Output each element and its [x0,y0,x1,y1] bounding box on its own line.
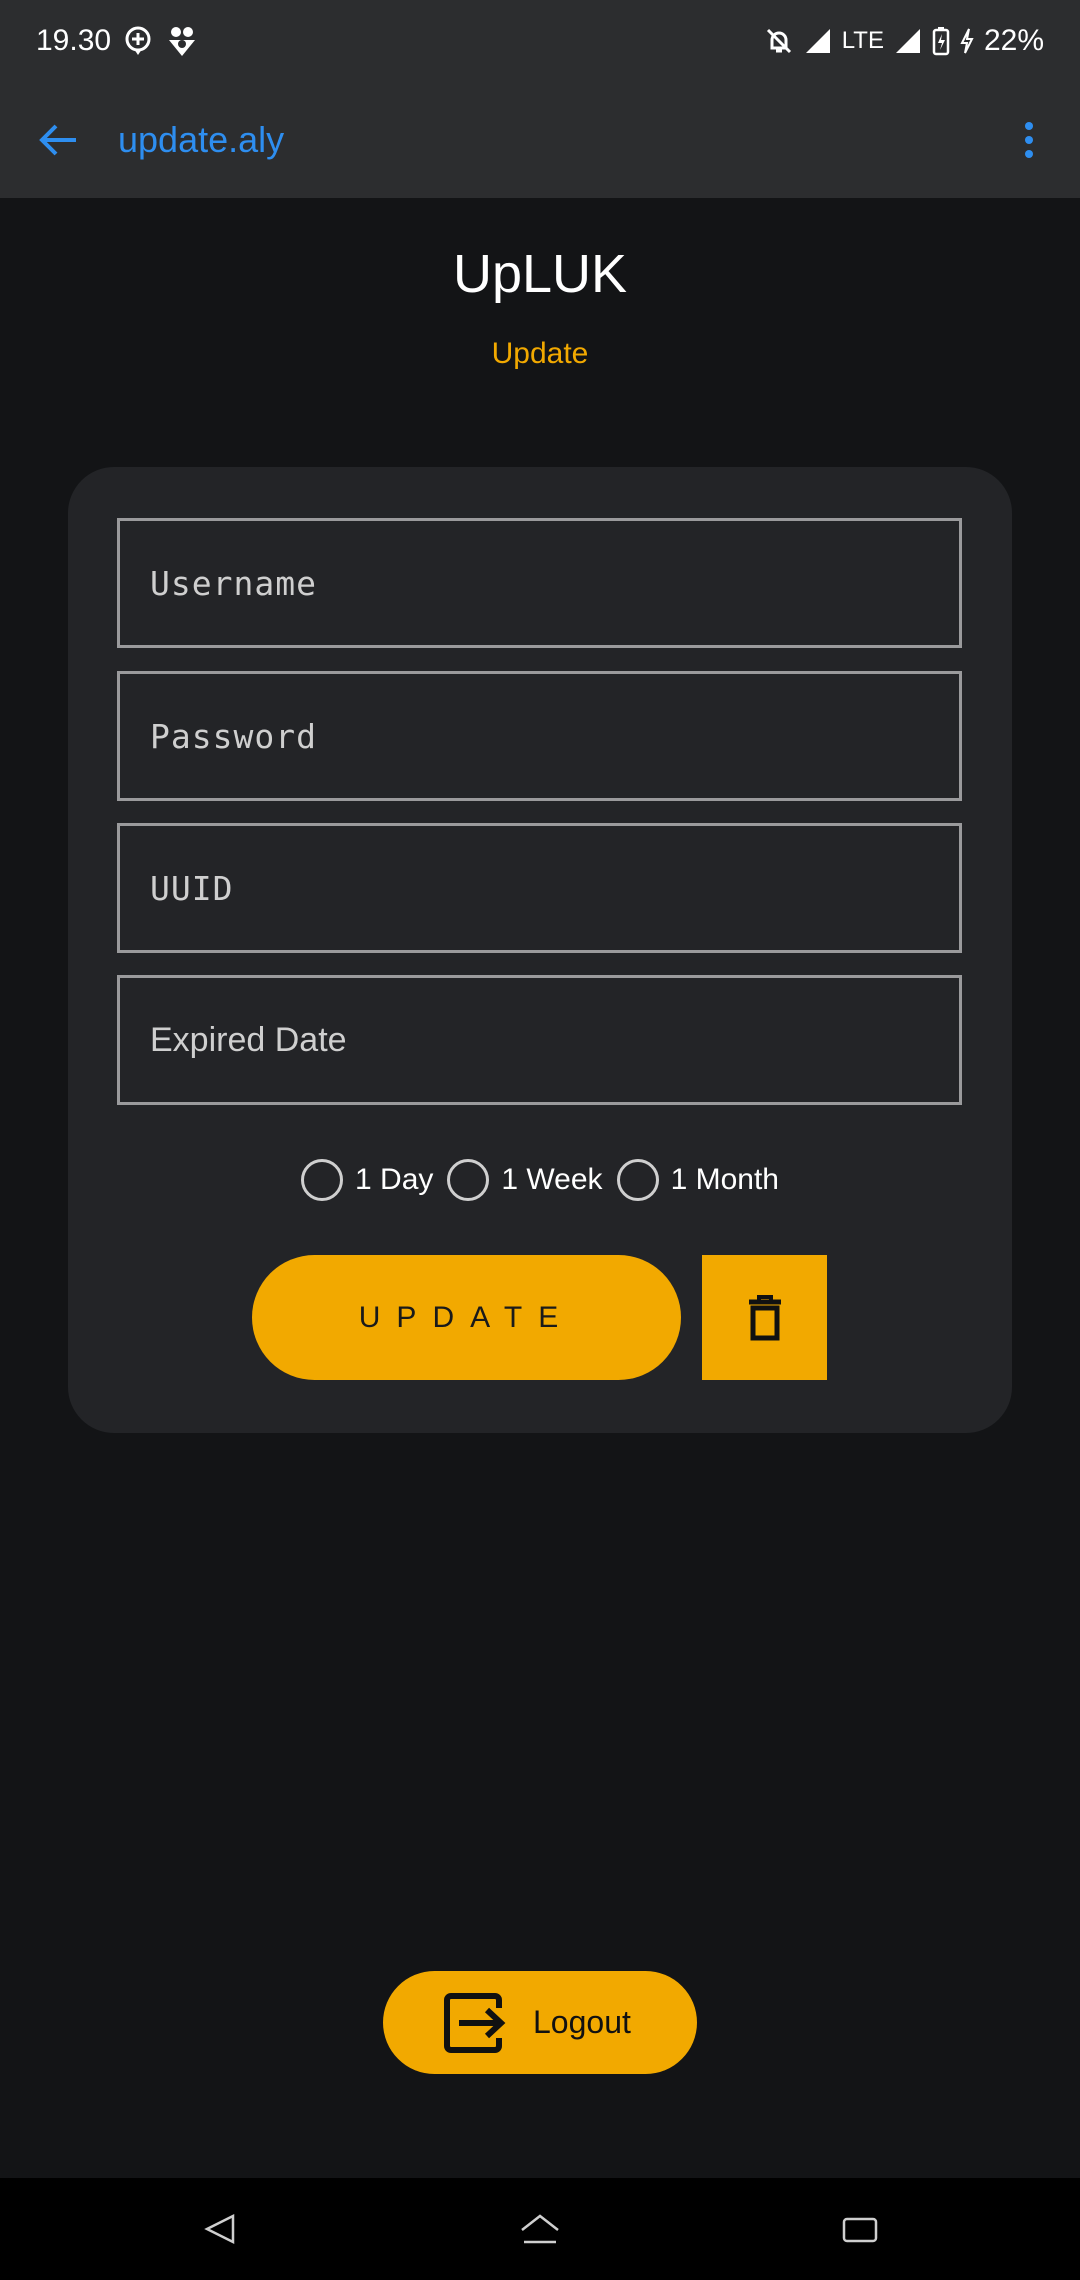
username-input[interactable] [150,563,929,603]
system-nav-bar [0,2178,1080,2280]
radio-circle-icon[interactable] [301,1159,344,1201]
network-type: LTE [841,27,884,54]
nav-back-icon[interactable] [190,2199,250,2259]
battery-percent: 22% [983,24,1044,57]
delete-button[interactable] [702,1255,827,1380]
username-field[interactable] [117,518,962,648]
update-form-card: 1 Day 1 Week 1 Month UPDATE [68,467,1012,1433]
radio-label: 1 Week [501,1163,603,1196]
status-left: 19.30 [36,24,199,58]
expired-date-input[interactable] [150,1020,929,1060]
status-time: 19.30 [36,24,112,57]
status-bar: 19.30 LTE 22% [0,0,1080,82]
page-title: UpLUK [452,244,628,304]
hearts-app-icon [165,24,199,58]
password-input[interactable] [150,716,929,756]
app-bar: update.aly [0,82,1080,198]
more-vert-icon[interactable] [1014,118,1044,162]
battery-charging-icon [932,26,950,56]
nav-recents-icon[interactable] [830,2199,890,2259]
logout-label: Logout [533,2004,631,2040]
radio-1-week[interactable]: 1 Week [447,1159,603,1201]
charging-bolt-icon [960,27,974,55]
nav-home-icon[interactable] [510,2199,570,2259]
app-bar-title: update.aly [118,119,285,160]
signal-icon-2 [894,27,922,55]
uuid-field[interactable] [117,823,962,953]
duration-radio-group: 1 Day 1 Week 1 Month [68,1159,1012,1201]
back-arrow-icon[interactable] [36,118,80,162]
bell-off-icon [764,26,794,56]
radio-1-month[interactable]: 1 Month [616,1159,779,1201]
page-subtitle: Update [491,337,589,370]
update-button[interactable]: UPDATE [252,1255,681,1380]
radio-label: 1 Month [670,1163,779,1196]
radio-1-day[interactable]: 1 Day [301,1159,433,1201]
exit-icon [443,1992,509,2054]
location-plus-icon [123,25,153,57]
password-field[interactable] [117,671,962,801]
uuid-input[interactable] [150,868,929,908]
logout-button[interactable]: Logout [383,1971,697,2074]
trash-icon [748,1294,781,1340]
radio-circle-icon[interactable] [447,1159,490,1201]
signal-icon [804,27,832,55]
status-right: LTE 22% [764,24,1044,58]
expired-date-field[interactable] [117,975,962,1105]
radio-label: 1 Day [355,1163,434,1196]
radio-circle-icon[interactable] [616,1159,659,1201]
